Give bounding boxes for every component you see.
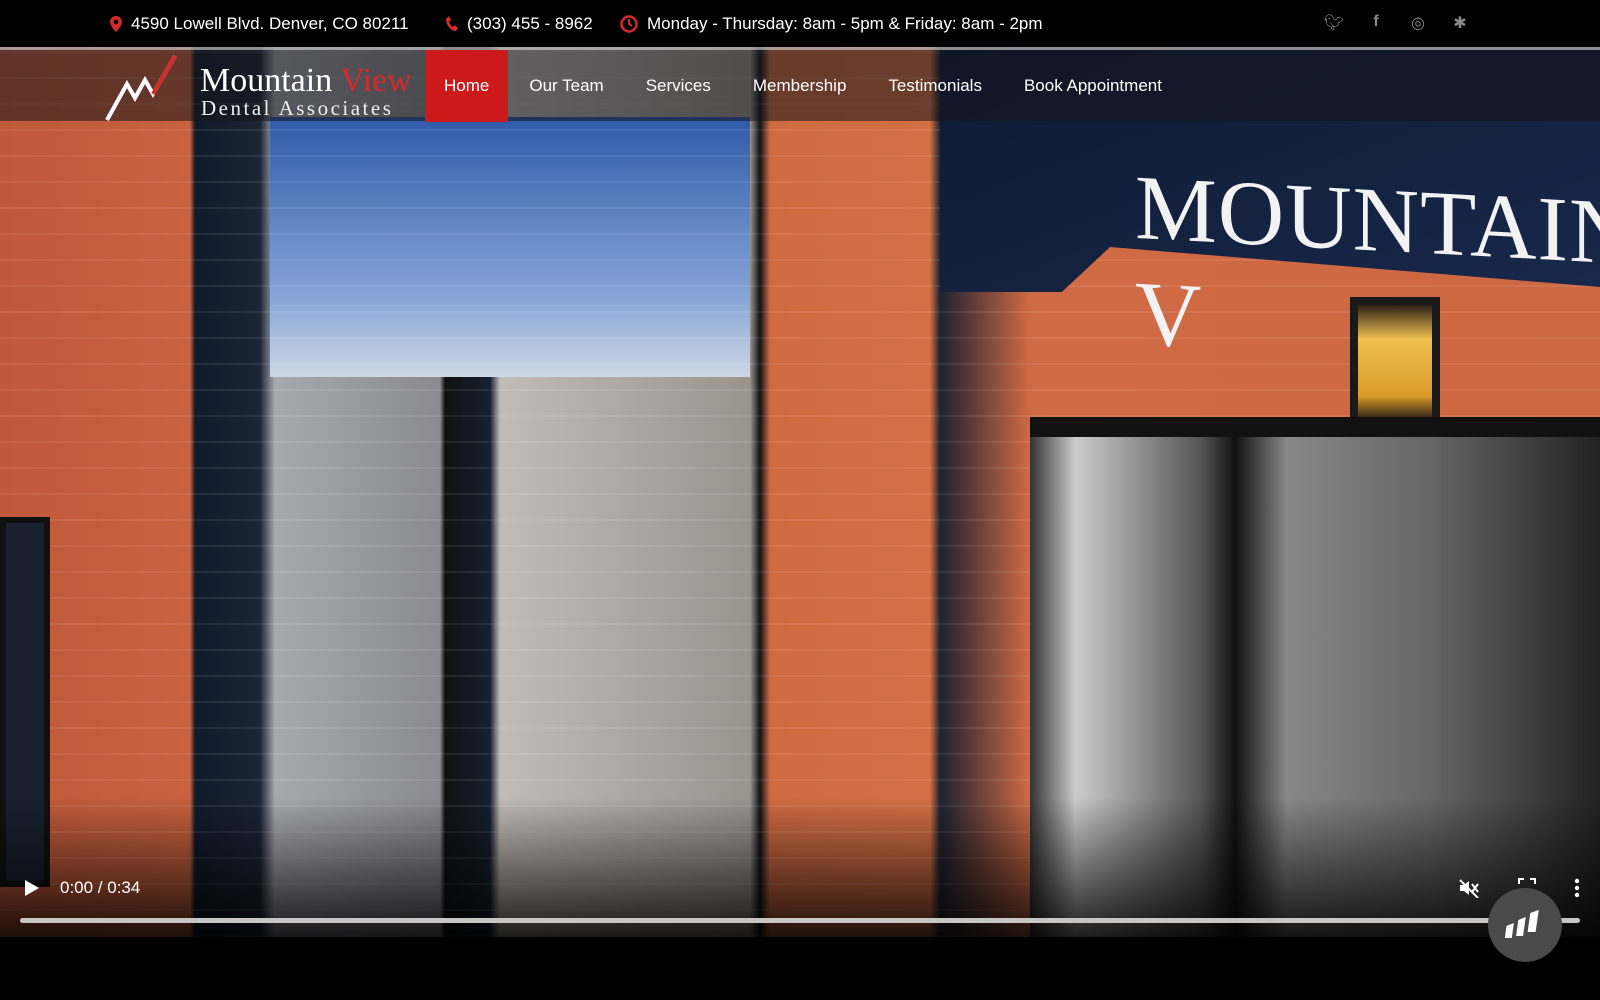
nav-membership[interactable]: Membership [732,50,868,122]
more-options-icon[interactable] [1574,878,1580,898]
social-links: 🐦︎ f ◎ ✱ [1324,13,1470,33]
phone-icon [446,16,458,31]
hours-item: Monday - Thursday: 8am - 5pm & Friday: 8… [620,14,1043,34]
facebook-icon[interactable]: f [1366,13,1386,33]
hours-text: Monday - Thursday: 8am - 5pm & Friday: 8… [647,14,1043,33]
twitter-icon[interactable]: 🐦︎ [1324,13,1344,33]
hero-video[interactable]: MOUNTAIN V [0,47,1600,937]
main-nav: Mountain View Dental Associates Home Our… [0,47,1600,124]
clock-icon [620,15,638,33]
instagram-icon[interactable]: ◎ [1408,13,1428,33]
video-progress-bar[interactable] [20,918,1580,923]
nav-testimonials[interactable]: Testimonials [867,50,1003,122]
nav-home[interactable]: Home [425,50,509,122]
mountain-logo-icon [105,54,177,121]
lamp [1350,297,1440,427]
muted-icon[interactable] [1458,878,1480,898]
address-text: 4590 Lowell Blvd. Denver, CO 80211 [131,14,409,33]
chat-widget-button[interactable] [1488,888,1562,962]
map-pin-icon [110,16,122,32]
bars-logo-icon [1505,910,1539,938]
nav-menu: Home Our Team Services Membership Testim… [425,50,1183,124]
play-icon[interactable] [25,880,39,896]
top-info-bar: 4590 Lowell Blvd. Denver, CO 80211 (303)… [0,0,1600,47]
address-item: 4590 Lowell Blvd. Denver, CO 80211 [110,14,409,34]
yelp-icon[interactable]: ✱ [1450,13,1470,33]
video-controls: 0:00 / 0:34 [0,870,1600,923]
video-time: 0:00 / 0:34 [60,878,141,897]
nav-our-team[interactable]: Our Team [508,50,624,122]
phone-text[interactable]: (303) 455 - 8962 [467,14,593,34]
nav-services[interactable]: Services [625,50,732,122]
nav-book-appointment[interactable]: Book Appointment [1003,50,1183,122]
logo[interactable]: Mountain View Dental Associates [105,54,415,121]
phone-item[interactable]: (303) 455 - 8962 [446,14,593,34]
